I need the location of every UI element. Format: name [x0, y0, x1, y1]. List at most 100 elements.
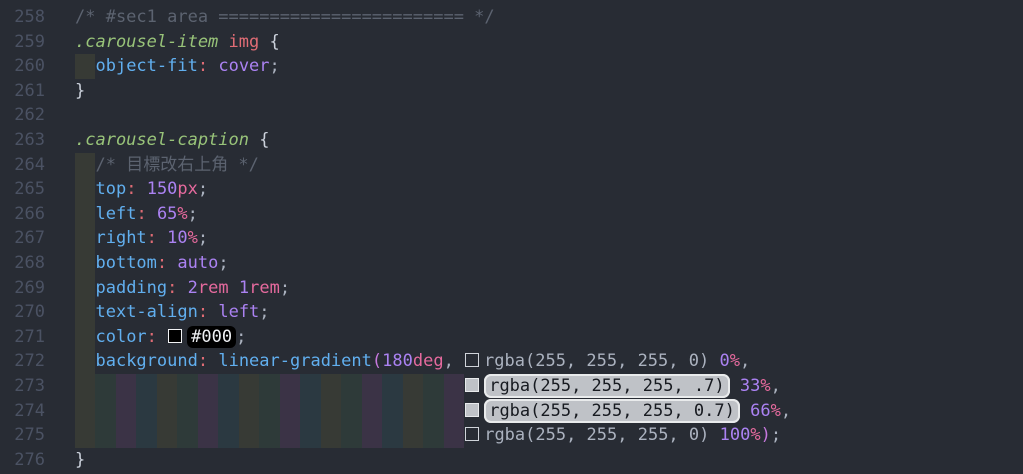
- code-line[interactable]: 274 rgba(255, 255, 255, 0.7) 66%,: [0, 399, 1023, 424]
- code-line[interactable]: 265 top: 150px;: [0, 177, 1023, 202]
- indent-rainbow-guide: [362, 399, 382, 424]
- indent-rainbow-guide: [444, 423, 464, 448]
- line-number: 264: [0, 153, 75, 178]
- token-punc: ;: [236, 327, 246, 347]
- code-line[interactable]: 266 left: 65%;: [0, 202, 1023, 227]
- code-line[interactable]: 269 padding: 2rem 1rem;: [0, 276, 1023, 301]
- token-unit: %: [760, 376, 770, 396]
- color-decorator-chip[interactable]: [168, 329, 182, 343]
- token-colon: :: [126, 179, 136, 199]
- token-comment: /* 目標改右上角 */: [95, 155, 258, 175]
- token-punc: ;: [188, 204, 198, 224]
- indent-rainbow-guide: [75, 423, 95, 448]
- indent-rainbow-guide: [157, 423, 177, 448]
- code-text: background: linear-gradient(180deg, rgba…: [75, 349, 1023, 374]
- code-line[interactable]: 272 background: linear-gradient(180deg, …: [0, 349, 1023, 374]
- line-number: 258: [0, 5, 75, 30]
- indent-rainbow-guide: [403, 399, 423, 424]
- indent-rainbow-guide: [177, 423, 197, 448]
- indent-rainbow-guide: [136, 399, 156, 424]
- code-line[interactable]: 276}: [0, 448, 1023, 473]
- indent-rainbow-guide: [218, 374, 238, 399]
- indent-rainbow-guide: [362, 374, 382, 399]
- code-line[interactable]: 264 /* 目標改右上角 */: [0, 153, 1023, 178]
- indent-rainbow-guide: [321, 399, 341, 424]
- code-line[interactable]: 275 rgba(255, 255, 255, 0) 100%);: [0, 423, 1023, 448]
- token-prop: color: [95, 327, 146, 347]
- code-editor[interactable]: 258/* #sec1 area =======================…: [0, 0, 1023, 474]
- indent-rainbow-guide: [218, 399, 238, 424]
- token-val: auto: [177, 253, 218, 273]
- token-colon: :: [198, 56, 208, 76]
- indent-rainbow-guide: [239, 399, 259, 424]
- code-text: rgba(255, 255, 255, 0) 100%);: [75, 423, 1023, 448]
- code-text: /* 目標改右上角 */: [75, 153, 1023, 178]
- line-number: 270: [0, 300, 75, 325]
- token-colon: :: [198, 351, 208, 371]
- indent-rainbow-guide: [280, 399, 300, 424]
- indent-rainbow-guide: [198, 374, 218, 399]
- line-number: 262: [0, 103, 75, 128]
- indent-rainbow-guide: [116, 374, 136, 399]
- token-punc: ;: [270, 56, 280, 76]
- indent-rainbow-guide: [75, 251, 95, 276]
- line-number: 259: [0, 30, 75, 55]
- color-decorator-chip[interactable]: [465, 427, 479, 441]
- code-line[interactable]: 262: [0, 103, 1023, 128]
- token-punc: [147, 204, 157, 224]
- indent-rainbow-guide: [300, 374, 320, 399]
- token-prop: top: [95, 179, 126, 199]
- indent-rainbow-guide: [95, 374, 115, 399]
- code-line[interactable]: 270 text-align: left;: [0, 300, 1023, 325]
- code-text: }: [75, 448, 1023, 473]
- token-punc: [730, 376, 740, 396]
- code-line[interactable]: 263.carousel-caption {: [0, 128, 1023, 153]
- code-line[interactable]: 260 object-fit: cover;: [0, 54, 1023, 79]
- token-punc: ;: [198, 179, 208, 199]
- line-number: 275: [0, 423, 75, 448]
- token-unit: rem: [198, 278, 229, 298]
- indent-rainbow-guide: [157, 399, 177, 424]
- line-number: 274: [0, 399, 75, 424]
- indent-rainbow-guide: [75, 399, 95, 424]
- token-punc: [259, 32, 269, 52]
- token-punc: [136, 179, 146, 199]
- indent-rainbow-guide: [75, 276, 95, 301]
- token-comment: /* #sec1 area ======================== *…: [75, 7, 495, 27]
- code-line[interactable]: 261}: [0, 79, 1023, 104]
- indent-rainbow-guide: [259, 399, 279, 424]
- line-number: 272: [0, 349, 75, 374]
- token-punc: ;: [280, 278, 290, 298]
- code-line[interactable]: 258/* #sec1 area =======================…: [0, 5, 1023, 30]
- code-line[interactable]: 268 bottom: auto;: [0, 251, 1023, 276]
- token-brace: {: [259, 130, 269, 150]
- line-number: 261: [0, 79, 75, 104]
- color-decorator-chip[interactable]: [465, 403, 479, 417]
- code-line[interactable]: 273 rgba(255, 255, 255, .7) 33%,: [0, 374, 1023, 399]
- color-value-highlight: rgba(255, 255, 255, .7): [484, 374, 729, 398]
- token-colon: :: [136, 204, 146, 224]
- token-paren: (: [372, 351, 382, 371]
- token-punc: [208, 351, 218, 371]
- token-num: 180: [382, 351, 413, 371]
- indent-rainbow-guide: [341, 374, 361, 399]
- color-decorator-chip[interactable]: [465, 378, 479, 392]
- token-punc: [709, 425, 719, 445]
- code-line[interactable]: 267 right: 10%;: [0, 226, 1023, 251]
- token-unit: %: [750, 425, 760, 445]
- indent-rainbow-guide: [75, 202, 95, 227]
- token-prop: left: [95, 204, 136, 224]
- token-prop: padding: [95, 278, 167, 298]
- code-line[interactable]: 271 color: #000;: [0, 325, 1023, 350]
- indent-rainbow-guide: [116, 399, 136, 424]
- indent-rainbow-guide: [280, 374, 300, 399]
- token-val: cover: [218, 56, 269, 76]
- token-punc: [177, 278, 187, 298]
- token-unit: %: [730, 351, 740, 371]
- color-decorator-chip[interactable]: [465, 353, 479, 367]
- code-text: padding: 2rem 1rem;: [75, 276, 1023, 301]
- token-punc: [249, 130, 259, 150]
- code-line[interactable]: 259.carousel-item img {: [0, 30, 1023, 55]
- token-punc: ;: [771, 425, 781, 445]
- indent-rainbow-guide: [444, 374, 464, 399]
